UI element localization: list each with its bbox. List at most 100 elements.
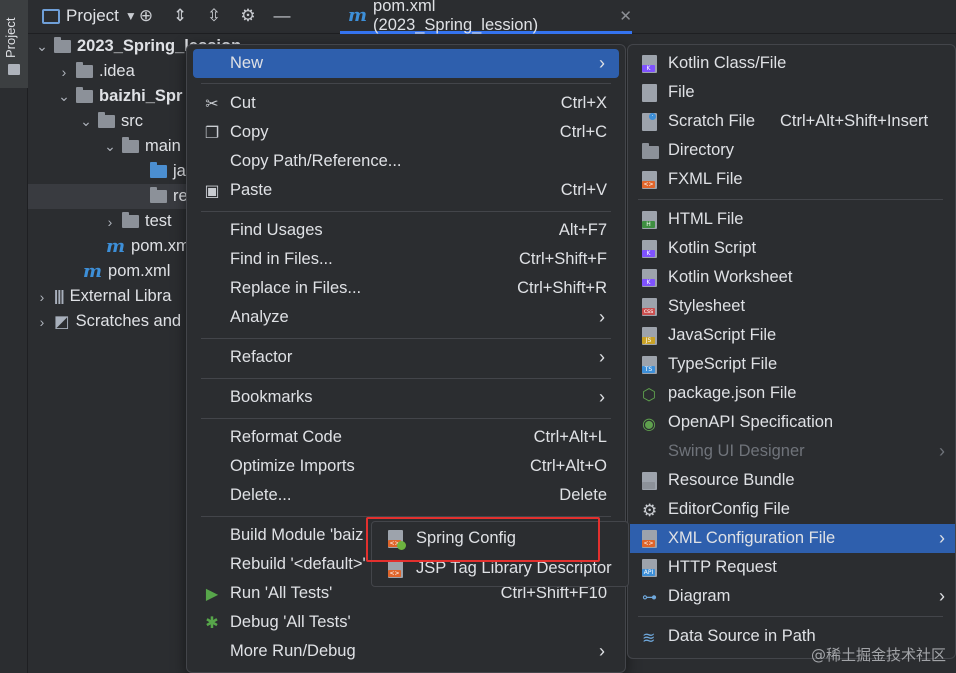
submenu-item-javascript-file[interactable]: JS JavaScript File bbox=[630, 321, 955, 350]
menu-item-more-run-debug[interactable]: More Run/Debug › bbox=[193, 637, 619, 666]
project-view-label: Project bbox=[66, 6, 119, 25]
menu-item-label: Cut bbox=[230, 94, 256, 112]
tree-row-scratches[interactable]: › ◩ Scratches and bbox=[36, 309, 181, 334]
submenu-item-stylesheet[interactable]: css Stylesheet bbox=[630, 292, 955, 321]
menu-item-refactor[interactable]: Refactor › bbox=[193, 343, 619, 372]
collapse-all-icon[interactable]: ⇳ bbox=[204, 6, 224, 26]
tree-row-label: ja bbox=[173, 162, 186, 180]
menu-separator bbox=[201, 418, 611, 419]
close-icon[interactable]: ✕ bbox=[619, 7, 632, 25]
submenu-item-kotlin-worksheet[interactable]: K Kotlin Worksheet bbox=[630, 263, 955, 292]
menu-item-label: Refactor bbox=[230, 348, 293, 366]
gear-icon[interactable]: ⚙ bbox=[238, 6, 258, 26]
maven-icon: m bbox=[83, 261, 103, 282]
menu-item-reformat-code[interactable]: Reformat Code Ctrl+Alt+L bbox=[193, 423, 619, 452]
submenu-item-html-file[interactable]: H HTML File bbox=[630, 205, 955, 234]
tree-row-label: .idea bbox=[99, 62, 135, 80]
left-tool-strip: Project bbox=[0, 0, 28, 673]
menu-item-debug-all-tests[interactable]: ✱ Debug 'All Tests' bbox=[193, 608, 619, 637]
typescript-file-icon: TS bbox=[642, 355, 662, 374]
openapi-icon: ◉ bbox=[642, 415, 656, 433]
project-tool-tab-label: Project bbox=[3, 17, 18, 58]
submenu-item-kotlin-class[interactable]: K Kotlin Class/File bbox=[630, 49, 955, 78]
submenu-item-label: Directory bbox=[668, 141, 735, 159]
menu-item-find-usages[interactable]: Find Usages Alt+F7 bbox=[193, 216, 619, 245]
project-view-selector[interactable]: Project ▼ bbox=[42, 6, 137, 26]
chevron-down-icon[interactable]: ⌄ bbox=[58, 88, 70, 105]
menu-item-copy-path[interactable]: Copy Path/Reference... bbox=[193, 147, 619, 176]
chevron-right-icon[interactable]: › bbox=[36, 314, 48, 330]
menu-item-paste[interactable]: ▣ Paste Ctrl+V bbox=[193, 176, 619, 205]
tree-row-idea[interactable]: › .idea bbox=[58, 59, 135, 84]
menu-item-shortcut: Ctrl+V bbox=[560, 181, 607, 199]
chevron-right-icon[interactable]: › bbox=[58, 64, 70, 80]
submenu-item-diagram[interactable]: ⊶ Diagram › bbox=[630, 582, 955, 611]
chevron-down-icon[interactable]: ⌄ bbox=[104, 138, 116, 155]
menu-item-analyze[interactable]: Analyze › bbox=[193, 303, 619, 332]
menu-item-bookmarks[interactable]: Bookmarks › bbox=[193, 383, 619, 412]
tree-row-module[interactable]: ⌄ baizhi_Spr bbox=[58, 84, 182, 109]
submenu-item-label: package.json File bbox=[668, 384, 797, 402]
submenu-item-openapi-spec[interactable]: ◉ OpenAPI Specification bbox=[630, 408, 955, 437]
folder-icon bbox=[122, 212, 139, 228]
submenu-item-typescript-file[interactable]: TS TypeScript File bbox=[630, 350, 955, 379]
chevron-down-icon[interactable]: ⌄ bbox=[80, 113, 92, 130]
submenu-item-scratch-file[interactable]: · Scratch File Ctrl+Alt+Shift+Insert bbox=[630, 107, 955, 136]
submenu-item-package-json[interactable]: ⬡ package.json File bbox=[630, 379, 955, 408]
chevron-right-icon[interactable]: › bbox=[36, 289, 48, 305]
tree-row-root-pom[interactable]: m pom.xml bbox=[83, 259, 170, 284]
tree-row-label: src bbox=[121, 112, 143, 130]
chevron-down-icon[interactable]: ⌄ bbox=[36, 38, 48, 55]
submenu-item-fxml-file[interactable]: <> FXML File bbox=[630, 165, 955, 194]
tree-row-module-pom[interactable]: m pom.xm bbox=[106, 234, 190, 259]
xml-file-icon: <> bbox=[642, 529, 662, 548]
editor-tab-title: pom.xml (2023_Spring_lession) bbox=[373, 0, 539, 34]
submenu-item-label: Data Source in Path bbox=[668, 627, 816, 645]
menu-item-find-in-files[interactable]: Find in Files... Ctrl+Shift+F bbox=[193, 245, 619, 274]
new-submenu: K Kotlin Class/File File · Scratch File … bbox=[627, 44, 956, 659]
module-folder-icon bbox=[76, 87, 93, 103]
tree-row-main[interactable]: ⌄ main bbox=[104, 134, 181, 159]
menu-item-copy[interactable]: ❐ Copy Ctrl+C bbox=[193, 118, 619, 147]
css-file-icon: css bbox=[642, 297, 662, 316]
menu-item-optimize-imports[interactable]: Optimize Imports Ctrl+Alt+O bbox=[193, 452, 619, 481]
tree-row-label: Scratches and bbox=[75, 312, 182, 330]
submenu-item-file[interactable]: File bbox=[630, 78, 955, 107]
menu-item-delete[interactable]: Delete... Delete bbox=[193, 481, 619, 510]
menu-item-label: Paste bbox=[230, 181, 273, 199]
chevron-right-icon[interactable]: › bbox=[104, 214, 116, 230]
submenu-item-editorconfig[interactable]: ⚙ EditorConfig File bbox=[630, 495, 955, 524]
submenu-item-xml-config[interactable]: <> XML Configuration File › bbox=[630, 524, 955, 553]
submenu-item-directory[interactable]: Directory bbox=[630, 136, 955, 165]
xml-file-icon: <> bbox=[388, 559, 408, 578]
expand-all-icon[interactable]: ⇕ bbox=[170, 6, 190, 26]
folder-icon bbox=[642, 142, 662, 160]
chevron-right-icon: › bbox=[939, 528, 945, 548]
tree-row-test[interactable]: › test bbox=[104, 209, 172, 234]
tree-row-src[interactable]: ⌄ src bbox=[80, 109, 143, 134]
menu-item-label: Copy bbox=[230, 123, 269, 141]
minimize-icon[interactable]: — bbox=[272, 6, 292, 26]
tree-row-java[interactable]: ja bbox=[150, 159, 186, 184]
fxml-file-icon: <> bbox=[642, 170, 662, 189]
submenu-item-label: OpenAPI Specification bbox=[668, 413, 834, 431]
editor-tab-pom[interactable]: m pom.xml (2023_Spring_lession) ✕ bbox=[340, 0, 632, 34]
submenu-item-label: Diagram bbox=[668, 587, 731, 605]
folder-icon bbox=[76, 62, 93, 78]
locate-crosshair-icon[interactable]: ⊕ bbox=[136, 6, 156, 26]
menu-item-replace-in-files[interactable]: Replace in Files... Ctrl+Shift+R bbox=[193, 274, 619, 303]
chevron-right-icon: › bbox=[599, 53, 605, 73]
submenu-item-swing-ui-designer[interactable]: Swing UI Designer › bbox=[630, 437, 955, 466]
submenu-item-kotlin-script[interactable]: K Kotlin Script bbox=[630, 234, 955, 263]
tree-row-external-libraries[interactable]: › ||| External Libra bbox=[36, 284, 172, 309]
menu-item-new[interactable]: New › bbox=[193, 49, 619, 78]
project-tool-tab[interactable]: Project bbox=[0, 0, 28, 88]
submenu-item-resource-bundle[interactable]: Resource Bundle bbox=[630, 466, 955, 495]
source-folder-icon bbox=[150, 162, 167, 178]
run-icon: ▶ bbox=[205, 585, 219, 603]
menu-item-cut[interactable]: ✂ Cut Ctrl+X bbox=[193, 89, 619, 118]
submenu-item-http-request[interactable]: API HTTP Request bbox=[630, 553, 955, 582]
submenu-item-label: HTML File bbox=[668, 210, 744, 228]
folder-icon bbox=[54, 37, 71, 53]
menu-separator bbox=[201, 83, 611, 84]
